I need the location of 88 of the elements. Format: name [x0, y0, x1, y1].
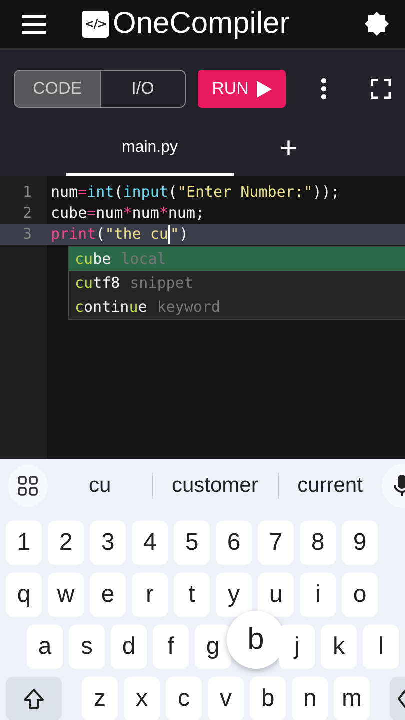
keyboard-key[interactable]: 8 [300, 521, 336, 565]
run-button[interactable]: RUN [198, 70, 286, 108]
shift-icon [23, 688, 45, 710]
apps-button[interactable] [8, 465, 48, 507]
code-token: " [170, 224, 180, 245]
word-suggestion[interactable]: customer [152, 474, 278, 498]
keyboard-key[interactable]: c [166, 677, 202, 720]
word-suggestion[interactable]: cu [48, 474, 152, 498]
code-area[interactable]: 1 num=int(input("Enter Number:")); 2 cube=num*num*num; 3 print("the cu") [0, 182, 405, 245]
keyboard-key[interactable]: z [82, 677, 118, 720]
keyboard-key[interactable]: w [48, 573, 84, 617]
keyboard-key[interactable]: r [132, 573, 168, 617]
keyboard-key[interactable]: e [90, 573, 126, 617]
keyboard-key[interactable]: 3 [90, 521, 126, 565]
keyboard-key[interactable]: 1 [6, 521, 42, 565]
keyboard-key[interactable]: t [174, 573, 210, 617]
keyboard-key[interactable]: 2 [48, 521, 84, 565]
keyboard-key[interactable]: y [216, 573, 252, 617]
text-cursor [168, 225, 170, 244]
code-token: ( [168, 182, 178, 203]
keyboard-key[interactable]: s [69, 625, 105, 669]
app-title: OneCompiler [113, 6, 290, 42]
keyboard-key[interactable]: q [6, 573, 42, 617]
keyboard-key[interactable]: n [292, 677, 328, 720]
more-icon [321, 78, 327, 100]
code-token: num; [168, 203, 205, 224]
mode-tab[interactable]: I/O [100, 71, 185, 107]
suggestion-type: snippet [130, 272, 194, 294]
keyboard-key[interactable]: 9 [342, 521, 378, 565]
keyboard-key[interactable]: g [195, 625, 231, 669]
code-token: num [96, 203, 124, 224]
line-number: 3 [22, 224, 32, 245]
logo-mark: </> [82, 10, 109, 38]
suggestion-word: continue [75, 296, 148, 318]
keyboard-key[interactable]: b [250, 677, 286, 720]
code-token: "the cu [105, 224, 168, 245]
code-token: ( [114, 182, 124, 203]
theme-toggle-button[interactable] [365, 12, 389, 36]
keyboard-key[interactable]: o [342, 573, 378, 617]
code-token: )); [312, 182, 340, 203]
code-token: num [51, 182, 78, 203]
keyboard-key[interactable]: m [334, 677, 370, 720]
brightness-icon [365, 12, 389, 36]
keyboard-key[interactable]: l [363, 625, 399, 669]
suggestion-word: cube [75, 248, 112, 270]
keyboard-key[interactable]: v [208, 677, 244, 720]
shift-key[interactable] [6, 677, 62, 720]
suggestion-item[interactable]: cutf8 snippet [69, 271, 405, 295]
keyboard-key[interactable]: i [300, 573, 336, 617]
code-token: input [123, 182, 168, 203]
suggestion-type: keyword [157, 296, 220, 318]
code-token: cube [51, 203, 88, 224]
code-token: num [132, 203, 160, 224]
code-token: ) [179, 224, 188, 245]
code-token: int [87, 182, 114, 203]
keyboard-key[interactable]: j [279, 625, 315, 669]
keyboard-key[interactable]: u [258, 573, 294, 617]
keyboard-key[interactable]: a [27, 625, 63, 669]
keyboard-key[interactable]: 5 [174, 521, 210, 565]
keyboard-key[interactable]: d [111, 625, 147, 669]
suggestion-item[interactable]: continue keyword [69, 295, 405, 319]
add-file-button[interactable]: + [276, 128, 302, 176]
play-icon [256, 80, 272, 98]
code-token: "Enter Number:" [177, 182, 313, 203]
keyboard-key[interactable]: x [124, 677, 160, 720]
keyboard-key[interactable]: k [321, 625, 357, 669]
code-token: * [123, 203, 132, 224]
keyboard-key[interactable]: 4 [132, 521, 168, 565]
code-token: = [87, 203, 96, 224]
code-token: = [78, 182, 88, 203]
suggestion-type: local [121, 248, 166, 270]
more-button[interactable] [321, 78, 327, 100]
code-token: * [159, 203, 168, 224]
fullscreen-icon [371, 79, 391, 99]
code-token: ( [96, 224, 106, 245]
keyboard-key[interactable]: 7 [258, 521, 294, 565]
line-number: 2 [22, 203, 32, 224]
suggestion-word: cutf8 [75, 272, 120, 294]
fullscreen-button[interactable] [371, 79, 391, 99]
suggestion-item[interactable]: cube local [69, 247, 405, 271]
line-number: 1 [22, 182, 32, 203]
grid-icon [18, 476, 38, 496]
code-token: print [51, 224, 96, 245]
word-suggestion[interactable]: current [278, 474, 382, 498]
mode-tab[interactable]: CODE [15, 71, 100, 107]
keyboard-key[interactable]: f [153, 625, 189, 669]
menu-icon [22, 14, 46, 34]
keyboard-key[interactable]: 6 [216, 521, 252, 565]
